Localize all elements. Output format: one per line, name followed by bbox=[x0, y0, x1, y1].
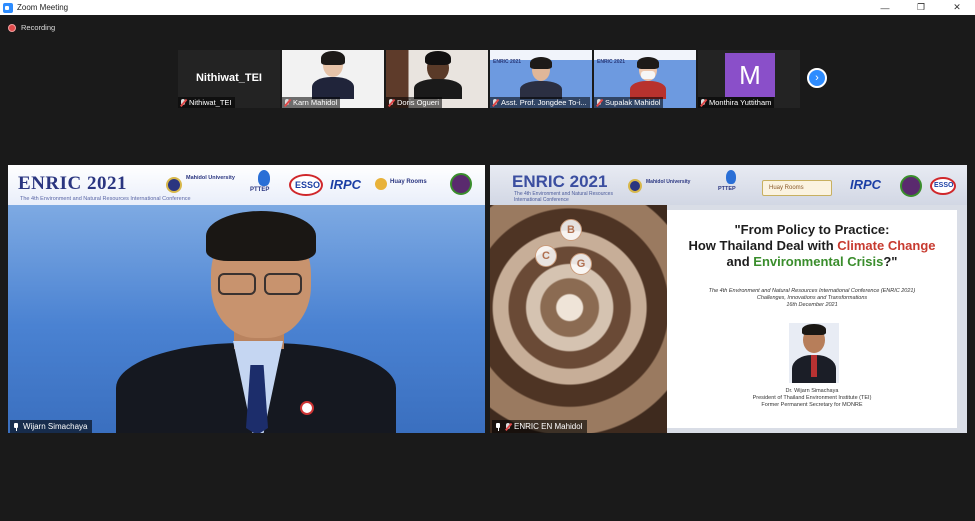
speaker-photo bbox=[789, 323, 839, 383]
bcg-bubble: G bbox=[570, 253, 592, 275]
esso-logo: ESSO bbox=[289, 174, 323, 196]
irpc-logo: IRPC bbox=[330, 177, 362, 192]
banner-title: ENRIC 2021 bbox=[597, 59, 626, 65]
logo-label: PTTEP bbox=[250, 187, 270, 193]
window-controls: — ❐ ✕ bbox=[867, 0, 975, 15]
sun-logo-icon bbox=[375, 178, 387, 190]
slide-headline: "From Policy to Practice: How Thailand D… bbox=[688, 222, 936, 269]
mahidol-logo bbox=[628, 179, 642, 193]
presentation-slide: "From Policy to Practice: How Thailand D… bbox=[667, 210, 957, 428]
pttep-flame-icon bbox=[258, 170, 270, 186]
close-button[interactable]: ✕ bbox=[939, 0, 975, 15]
next-page-button[interactable]: › bbox=[807, 68, 827, 88]
mic-muted-icon bbox=[284, 98, 290, 107]
banner-subtitle: The 4th Environment and Natural Resource… bbox=[514, 191, 613, 203]
pttep-flame-icon bbox=[726, 170, 736, 184]
conference-banner: ENRIC 2021 The 4th Environment and Natur… bbox=[490, 165, 967, 205]
participant-tile[interactable]: Doris Ogueri bbox=[386, 50, 488, 108]
participant-tile[interactable]: M Monthira Yuttitham bbox=[698, 50, 800, 108]
participant-name-label: Nithiwat_TEI bbox=[178, 97, 235, 108]
participant-name: Doris Ogueri bbox=[397, 98, 440, 107]
logo-label: Mahidol University bbox=[186, 175, 235, 181]
participant-video-person bbox=[312, 51, 354, 99]
glasses-right bbox=[264, 273, 302, 295]
participant-tile[interactable]: Nithiwat_TEI Nithiwat_TEI bbox=[178, 50, 280, 108]
participant-name: Nithiwat_TEI bbox=[189, 98, 232, 107]
main-video-presentation[interactable]: ENRIC 2021 The 4th Environment and Natur… bbox=[490, 165, 967, 433]
record-icon bbox=[8, 23, 16, 32]
logo-label: Mahidol University bbox=[646, 179, 691, 185]
participant-name: Supalak Mahidol bbox=[605, 98, 661, 107]
logo-label: PTTEP bbox=[718, 186, 736, 192]
window-title: Zoom Meeting bbox=[17, 3, 69, 12]
participant-video-person bbox=[520, 57, 562, 99]
mahidol-logo bbox=[166, 177, 182, 193]
zoom-app-icon bbox=[3, 2, 13, 13]
participant-tile[interactable]: Karn Mahidol bbox=[282, 50, 384, 108]
emblem-logo bbox=[900, 175, 922, 197]
window-titlebar: Zoom Meeting — ❐ ✕ bbox=[0, 0, 975, 15]
mic-muted-icon bbox=[700, 98, 706, 107]
mic-muted-icon bbox=[492, 98, 498, 107]
banner-title: ENRIC 2021 bbox=[512, 172, 608, 191]
main-video-speaker[interactable]: ENRIC 2021 The 4th Environment and Natur… bbox=[8, 165, 485, 433]
logo-label: Huay Rooms bbox=[390, 179, 427, 185]
participant-tile[interactable]: ENRIC 2021 Supalak Mahidol bbox=[594, 50, 696, 108]
mic-muted-icon bbox=[388, 98, 394, 107]
mic-muted-icon bbox=[180, 98, 186, 107]
recording-indicator[interactable]: Recording bbox=[8, 23, 55, 32]
recording-label: Recording bbox=[21, 23, 56, 32]
participant-name-label: Monthira Yuttitham bbox=[698, 97, 775, 108]
participant-name-label: Doris Ogueri bbox=[386, 97, 443, 108]
banner-title: ENRIC 2021 bbox=[493, 59, 522, 65]
mic-muted-icon bbox=[596, 98, 602, 107]
bcg-bubble: B bbox=[560, 219, 582, 241]
pin-icon bbox=[13, 422, 19, 431]
glasses-left bbox=[218, 273, 256, 295]
presenter-name-label: ENRIC EN Mahidol bbox=[492, 420, 588, 433]
participant-name-label: Asst. Prof. Jongdee To-i... bbox=[490, 97, 590, 108]
conference-banner: ENRIC 2021 The 4th Environment and Natur… bbox=[8, 165, 485, 205]
participant-name: Asst. Prof. Jongdee To-i... bbox=[501, 98, 587, 107]
spiral-stairs-image: B C G bbox=[490, 205, 667, 433]
speaker-hair bbox=[206, 211, 316, 261]
participant-strip: Nithiwat_TEI Nithiwat_TEI Karn Mahidol D… bbox=[178, 50, 800, 108]
irpc-logo: IRPC bbox=[850, 177, 882, 192]
banner-title: ENRIC 2021 bbox=[18, 173, 127, 194]
face-mask bbox=[641, 71, 655, 79]
speaker-name: Wijarn Simachaya bbox=[23, 422, 88, 431]
participant-tile[interactable]: ENRIC 2021 Asst. Prof. Jongdee To-i... bbox=[490, 50, 592, 108]
presenter-name: ENRIC EN Mahidol bbox=[514, 422, 583, 431]
participant-video-person bbox=[414, 51, 462, 99]
participant-name-label: Karn Mahidol bbox=[282, 97, 341, 108]
mic-muted-icon bbox=[505, 422, 511, 431]
minimize-button[interactable]: — bbox=[867, 0, 903, 15]
restore-button[interactable]: ❐ bbox=[903, 0, 939, 15]
bcg-bubble: C bbox=[535, 245, 557, 267]
participant-video-person bbox=[630, 57, 666, 99]
slide-description: The 4th Environment and Natural Resource… bbox=[708, 288, 916, 308]
participant-avatar: M bbox=[725, 53, 775, 97]
participant-name-label: Supalak Mahidol bbox=[594, 97, 664, 108]
huay-rooms-logo: Huay Rooms bbox=[762, 180, 832, 196]
esso-logo: ESSO bbox=[930, 177, 956, 195]
participant-display-name: Nithiwat_TEI bbox=[195, 72, 262, 84]
slide-speaker-info: Dr. Wijarn Simachaya President of Thaila… bbox=[752, 388, 872, 408]
participant-name: Karn Mahidol bbox=[293, 98, 338, 107]
speaker-name-label: Wijarn Simachaya bbox=[10, 420, 93, 433]
banner-subtitle: The 4th Environment and Natural Resource… bbox=[20, 196, 191, 202]
pin-icon bbox=[495, 422, 501, 431]
lapel-pin bbox=[300, 401, 314, 415]
emblem-logo bbox=[450, 173, 472, 195]
participant-name: Monthira Yuttitham bbox=[709, 98, 772, 107]
